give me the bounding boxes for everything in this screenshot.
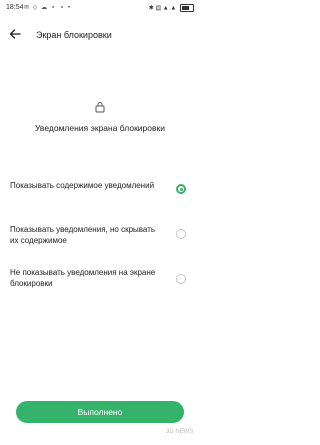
status-icons: ✱ ▤ ▲ ▲	[149, 4, 194, 12]
page-title: Экран блокировки	[36, 30, 112, 40]
radio-unselected[interactable]	[176, 274, 186, 284]
radio-unselected[interactable]	[176, 229, 186, 239]
notification-icons: ✉ ◇ ☁ ⚬ ⚬ •	[24, 5, 72, 11]
lock-icon	[94, 100, 106, 113]
status-bar: 18:54 ✉ ◇ ☁ ⚬ ⚬ • ✱ ▤ ▲ ▲	[0, 0, 200, 18]
back-arrow-icon[interactable]	[8, 27, 22, 41]
system-icons: ✱ ▤ ▲ ▲	[148, 5, 177, 12]
option-label: Показывать содержимое уведомлений	[10, 181, 155, 190]
option-label: Не показывать уведомления на экране блок…	[10, 268, 156, 288]
section-description: Уведомления экрана блокировки	[35, 123, 165, 133]
status-time: 18:54	[6, 4, 24, 11]
radio-selected[interactable]	[176, 184, 186, 194]
option-hide-content[interactable]: Показывать уведомления, но скрывать их с…	[0, 224, 200, 264]
option-show-content[interactable]: Показывать содержимое уведомлений	[0, 180, 200, 220]
battery-icon	[180, 4, 194, 12]
app-bar: Экран блокировки	[0, 22, 200, 48]
option-hide-notifications[interactable]: Не показывать уведомления на экране блок…	[0, 267, 200, 307]
done-button[interactable]: Выполнено	[16, 401, 184, 423]
watermark-logo: 3D NEWS	[166, 429, 196, 441]
watermark-text: 3D NEWS	[166, 429, 194, 435]
option-label: Показывать уведомления, но скрывать их с…	[10, 225, 156, 245]
